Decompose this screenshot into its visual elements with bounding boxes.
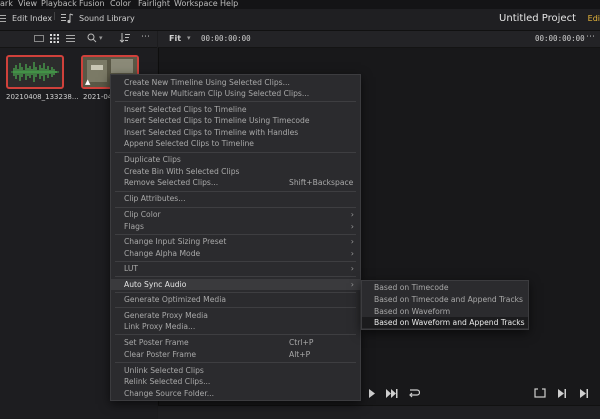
edit-index-button[interactable]: Edit Index (12, 14, 52, 23)
menu-help[interactable]: Help (220, 0, 238, 8)
grid-view-icon[interactable] (50, 34, 59, 45)
menu-item-proxy-media[interactable]: Generate Proxy Media (111, 310, 360, 321)
edit-index-icon[interactable] (0, 14, 8, 25)
menu-workspace-partial[interactable]: ark (0, 0, 13, 8)
submenu-item-timecode-append[interactable]: Based on Timecode and Append Tracks (362, 294, 528, 305)
set-poster-shortcut: Ctrl+P (289, 338, 314, 347)
menu-bar: ark View Playback Fusion Color Fairlight… (0, 0, 600, 9)
last-frame-icon[interactable] (580, 389, 589, 401)
menu-separator (115, 292, 356, 293)
chevron-right-icon: › (350, 237, 354, 246)
sound-library-button[interactable]: Sound Library (79, 14, 135, 23)
duration-timecode: 00:00:00:00 (535, 34, 585, 43)
menu-item-alpha-mode[interactable]: Change Alpha Mode › (111, 248, 360, 259)
project-title: Untitled Project (499, 13, 576, 24)
menu-separator (115, 334, 356, 335)
chevron-right-icon: › (350, 210, 354, 219)
sound-library-icon[interactable] (61, 13, 75, 26)
chevron-right-icon: › (350, 264, 354, 273)
chevron-right-icon: › (350, 249, 354, 258)
submenu-item-waveform[interactable]: Based on Waveform (362, 306, 528, 317)
menu-separator (115, 234, 356, 235)
play-icon[interactable] (368, 389, 376, 401)
menu-item-input-sizing[interactable]: Change Input Sizing Preset › (111, 236, 360, 247)
sort-icon[interactable] (119, 33, 130, 45)
clear-poster-shortcut: Alt+P (289, 350, 311, 359)
menu-item-insert-handles[interactable]: Insert Selected Clips to Timeline with H… (111, 127, 360, 138)
menu-item-clip-color[interactable]: Clip Color › (111, 209, 360, 220)
match-frame-icon[interactable] (534, 388, 546, 401)
next-edit-icon[interactable] (558, 389, 567, 401)
menu-item-create-timeline[interactable]: Create New Timeline Using Selected Clips… (111, 77, 360, 88)
search-icon[interactable] (87, 33, 97, 45)
fit-chevron-down-icon[interactable]: ▾ (187, 34, 191, 42)
menu-item-flags[interactable]: Flags › (111, 221, 360, 232)
clip-context-menu: Create New Timeline Using Selected Clips… (110, 74, 361, 401)
menu-item-link-proxy[interactable]: Link Proxy Media... (111, 321, 360, 332)
menu-item-duplicate-clips[interactable]: Duplicate Clips (111, 154, 360, 165)
viewer-more-options-icon[interactable]: ⋯ (586, 32, 595, 42)
menu-workspace[interactable]: Workspace (174, 0, 218, 8)
waveform-icon (11, 62, 59, 82)
remove-clips-shortcut: Shift+Backspace (289, 178, 354, 187)
menu-item-lut[interactable]: LUT › (111, 263, 360, 274)
skip-next-icon[interactable] (386, 389, 398, 401)
video-clip-badge-icon: ▲ (85, 78, 91, 86)
menu-item-unlink-clips[interactable]: Unlink Selected Clips (111, 365, 360, 376)
submenu-item-timecode[interactable]: Based on Timecode (362, 282, 528, 293)
menu-item-clip-attributes[interactable]: Clip Attributes... (111, 193, 360, 204)
menu-view[interactable]: View (18, 0, 37, 8)
menu-item-append-clips[interactable]: Append Selected Clips to Timeline (111, 138, 360, 149)
menu-item-auto-sync-audio[interactable]: Auto Sync Audio › (111, 279, 360, 290)
menu-separator (115, 207, 356, 208)
media-pool-header: ▾ ⋯ (0, 31, 157, 48)
thumbnail-toggle-icon[interactable] (34, 35, 44, 42)
menu-fusion[interactable]: Fusion (79, 0, 105, 8)
chevron-right-icon: › (350, 280, 354, 289)
menu-item-remove-clips[interactable]: Remove Selected Clips... Shift+Backspace (111, 177, 360, 188)
menu-item-relink-clips[interactable]: Relink Selected Clips... (111, 376, 360, 387)
menu-item-set-poster-frame[interactable]: Set Poster Frame Ctrl+P (111, 337, 360, 348)
viewer-header: Fit ▾ 00:00:00:00 00:00:00:00 ⋯ (158, 31, 600, 48)
source-timecode: 00:00:00:00 (201, 34, 251, 43)
menu-separator (115, 362, 356, 363)
menu-separator (115, 152, 356, 153)
menu-separator (115, 261, 356, 262)
toolbar-divider: | (53, 11, 56, 20)
auto-sync-audio-submenu: Based on Timecode Based on Timecode and … (361, 280, 529, 330)
loop-icon[interactable] (407, 388, 421, 402)
menu-item-change-source-folder[interactable]: Change Source Folder... (111, 388, 360, 399)
submenu-item-waveform-append[interactable]: Based on Waveform and Append Tracks (362, 317, 528, 328)
bottom-strip (158, 405, 600, 419)
clip-name-audio: 20210408_133238... (6, 93, 79, 101)
menu-playback[interactable]: Playback (41, 0, 77, 8)
menu-item-insert-clips[interactable]: Insert Selected Clips to Timeline (111, 104, 360, 115)
menu-item-clear-poster-frame[interactable]: Clear Poster Frame Alt+P (111, 349, 360, 360)
menu-fairlight[interactable]: Fairlight (138, 0, 170, 8)
zoom-fit-dropdown[interactable]: Fit (169, 34, 181, 43)
search-chevron-down-icon[interactable]: ▾ (99, 34, 103, 42)
menu-item-insert-timecode[interactable]: Insert Selected Clips to Timeline Using … (111, 115, 360, 126)
chevron-right-icon: › (350, 222, 354, 231)
toolbar: Edit Index | Sound Library Untitled Proj… (0, 9, 600, 31)
menu-separator (115, 191, 356, 192)
list-view-icon[interactable] (66, 34, 75, 45)
menu-item-optimized-media[interactable]: Generate Optimized Media (111, 294, 360, 305)
menu-item-create-multicam[interactable]: Create New Multicam Clip Using Selected … (111, 88, 360, 99)
menu-color[interactable]: Color (110, 0, 131, 8)
menu-separator (115, 101, 356, 102)
transport-controls (362, 386, 600, 404)
more-options-icon[interactable]: ⋯ (141, 32, 150, 42)
menu-separator (115, 276, 356, 277)
edit-page-tab[interactable]: Edi (588, 14, 600, 23)
audio-clip-thumbnail[interactable] (6, 55, 64, 89)
menu-separator (115, 307, 356, 308)
menu-item-create-bin[interactable]: Create Bin With Selected Clips (111, 166, 360, 177)
